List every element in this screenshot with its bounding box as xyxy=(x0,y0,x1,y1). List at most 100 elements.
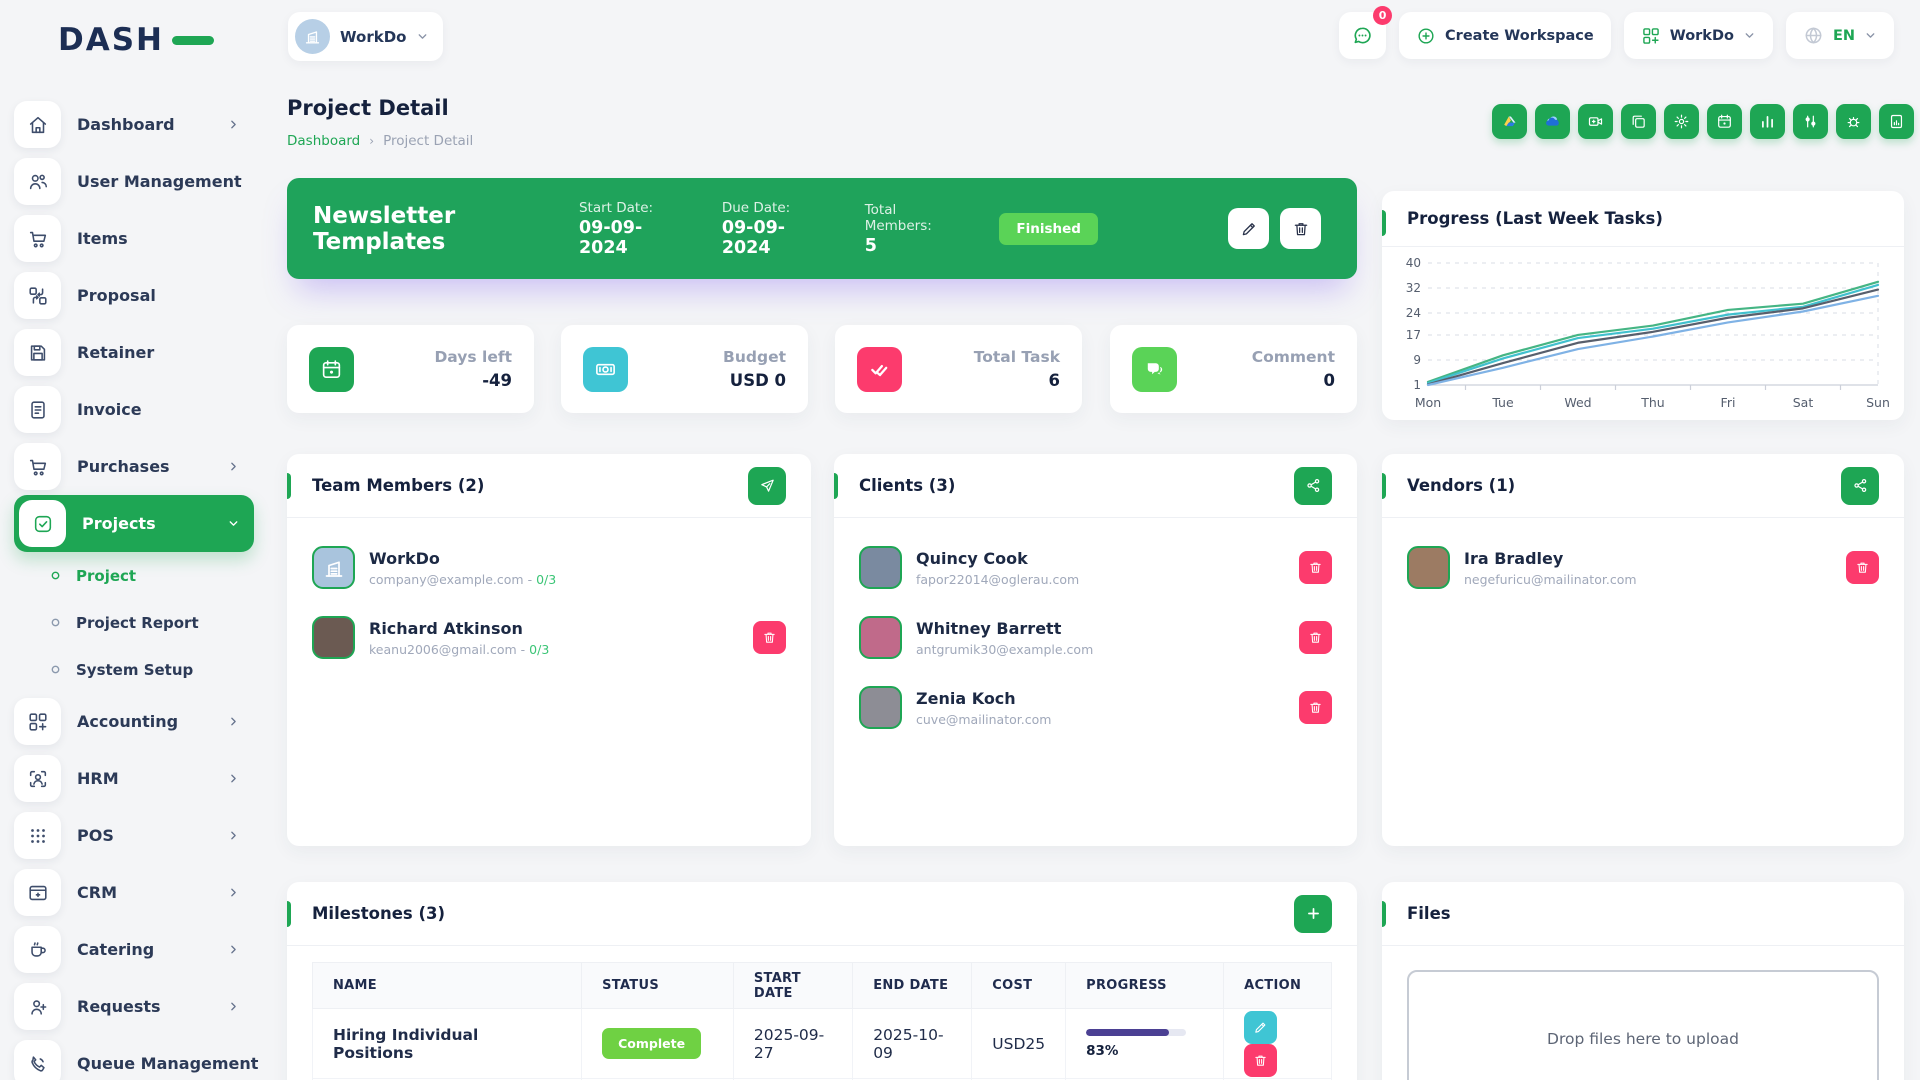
meeting-button[interactable] xyxy=(1578,104,1613,139)
calendar-icon xyxy=(320,358,343,381)
chevron-down-icon xyxy=(1743,29,1756,42)
svg-text:Wed: Wed xyxy=(1564,395,1591,410)
delete-milestone-button[interactable] xyxy=(1244,1044,1277,1077)
person-frame-icon xyxy=(27,768,49,790)
avatar xyxy=(859,616,902,659)
edit-project-button[interactable] xyxy=(1228,208,1269,249)
coffee-cup-icon xyxy=(27,939,49,961)
bug-report-button[interactable] xyxy=(1836,104,1871,139)
remove-vendor-button[interactable] xyxy=(1846,551,1879,584)
copy-button[interactable] xyxy=(1621,104,1656,139)
progress-chart-card: Progress (Last Week Tasks) 1917243240Mon… xyxy=(1382,191,1904,420)
sidebar-item-crm[interactable]: CRM xyxy=(14,864,254,921)
share-icon xyxy=(1852,477,1869,494)
trash-icon xyxy=(762,630,777,645)
messages-button[interactable]: 0 xyxy=(1339,12,1386,59)
add-milestone-button[interactable] xyxy=(1294,895,1332,933)
share-clients-button[interactable] xyxy=(1294,467,1332,505)
report-file-button[interactable] xyxy=(1879,104,1914,139)
integrations-toolbar xyxy=(1492,104,1914,139)
chat-bubble-icon xyxy=(1351,24,1374,47)
status-badge: Finished xyxy=(999,213,1098,245)
plus-icon xyxy=(1305,905,1322,922)
sidebar-item-purchases[interactable]: Purchases xyxy=(14,438,254,495)
file-dropzone[interactable]: Drop files here to upload xyxy=(1407,970,1879,1080)
circle-icon xyxy=(50,570,61,581)
sidebar-item-projects[interactable]: Projects xyxy=(14,495,254,552)
sidebar-item-project-report[interactable]: Project Report xyxy=(14,599,254,646)
breadcrumb-dashboard-link[interactable]: Dashboard xyxy=(287,133,360,149)
language-code: EN xyxy=(1833,28,1855,44)
chevron-right-icon xyxy=(227,118,240,131)
avatar xyxy=(312,546,355,589)
send-icon xyxy=(759,477,776,494)
pencil-icon xyxy=(1240,220,1258,238)
phone-icon xyxy=(27,1053,49,1075)
edit-milestone-button[interactable] xyxy=(1244,1011,1277,1044)
invite-member-button[interactable] xyxy=(748,467,786,505)
home-icon xyxy=(27,114,49,136)
file-chart-icon xyxy=(1888,113,1905,130)
chevron-right-icon xyxy=(227,715,240,728)
circle-icon xyxy=(50,617,61,628)
remove-client-button[interactable] xyxy=(1299,691,1332,724)
sidebar-item-hrm[interactable]: HRM xyxy=(14,750,254,807)
chevron-right-icon xyxy=(227,460,240,473)
clients-title: Clients (3) xyxy=(859,476,955,495)
google-drive-button[interactable] xyxy=(1492,104,1527,139)
svg-text:Fri: Fri xyxy=(1721,395,1736,410)
plus-circle-icon xyxy=(1416,26,1436,46)
grid-plus-icon xyxy=(27,711,49,733)
client-row: Zenia Koch cuve@mailinator.com xyxy=(859,686,1332,729)
chart-title: Progress (Last Week Tasks) xyxy=(1407,209,1663,228)
chevron-right-icon xyxy=(227,829,240,842)
sidebar-item-invoice[interactable]: Invoice xyxy=(14,381,254,438)
double-check-icon xyxy=(868,358,891,381)
copy-icon xyxy=(1630,113,1647,130)
files-card: Files Drop files here to upload xyxy=(1382,882,1904,1080)
sliders-icon xyxy=(1802,113,1819,130)
sidebar-item-dashboard[interactable]: Dashboard xyxy=(14,96,254,153)
sidebar-item-pos[interactable]: POS xyxy=(14,807,254,864)
create-workspace-label: Create Workspace xyxy=(1445,28,1594,44)
remove-member-button[interactable] xyxy=(753,621,786,654)
workdo-menu-button[interactable]: WorkDo xyxy=(1624,12,1773,59)
chart-button[interactable] xyxy=(1750,104,1785,139)
workspace-name: WorkDo xyxy=(340,28,406,46)
sidebar-item-system-setup[interactable]: System Setup xyxy=(14,646,254,693)
sidebar-item-catering[interactable]: Catering xyxy=(14,921,254,978)
sidebar-item-requests[interactable]: Requests xyxy=(14,978,254,1035)
sliders-button[interactable] xyxy=(1793,104,1828,139)
chevron-down-icon xyxy=(416,30,429,43)
trash-icon xyxy=(1308,630,1323,645)
sidebar-item-accounting[interactable]: Accounting xyxy=(14,693,254,750)
sidebar-item-items[interactable]: Items xyxy=(14,210,254,267)
sidebar-item-proposal[interactable]: Proposal xyxy=(14,267,254,324)
grid-plus-icon xyxy=(1641,26,1661,46)
svg-text:17: 17 xyxy=(1406,328,1421,342)
sidebar-item-project[interactable]: Project xyxy=(14,552,254,599)
globe-icon xyxy=(1803,25,1824,46)
pencil-icon xyxy=(1253,1020,1268,1035)
onedrive-button[interactable] xyxy=(1535,104,1570,139)
calendar-button[interactable] xyxy=(1707,104,1742,139)
trash-icon xyxy=(1308,700,1323,715)
vendors-card: Vendors (1) Ira Bradley negefuricu@maili… xyxy=(1382,454,1904,846)
share-vendors-button[interactable] xyxy=(1841,467,1879,505)
sidebar-item-user-management[interactable]: User Management xyxy=(14,153,254,210)
total-task-card: Total Task6 xyxy=(835,325,1082,413)
settings-button[interactable] xyxy=(1664,104,1699,139)
workspace-selector[interactable]: WorkDo xyxy=(288,12,443,61)
avatar xyxy=(859,686,902,729)
remove-client-button[interactable] xyxy=(1299,621,1332,654)
logo-dash-shape xyxy=(172,36,214,45)
language-selector[interactable]: EN xyxy=(1786,12,1894,59)
remove-client-button[interactable] xyxy=(1299,551,1332,584)
create-workspace-button[interactable]: Create Workspace xyxy=(1399,12,1611,59)
svg-text:Thu: Thu xyxy=(1640,395,1664,410)
sidebar-item-queue-management[interactable]: Queue Management xyxy=(14,1035,254,1080)
sidebar-item-retainer[interactable]: Retainer xyxy=(14,324,254,381)
delete-project-button[interactable] xyxy=(1280,208,1321,249)
start-date-block: Start Date: 09-09-2024 xyxy=(579,200,680,258)
client-row: Whitney Barrett antgrumik30@example.com xyxy=(859,616,1332,659)
